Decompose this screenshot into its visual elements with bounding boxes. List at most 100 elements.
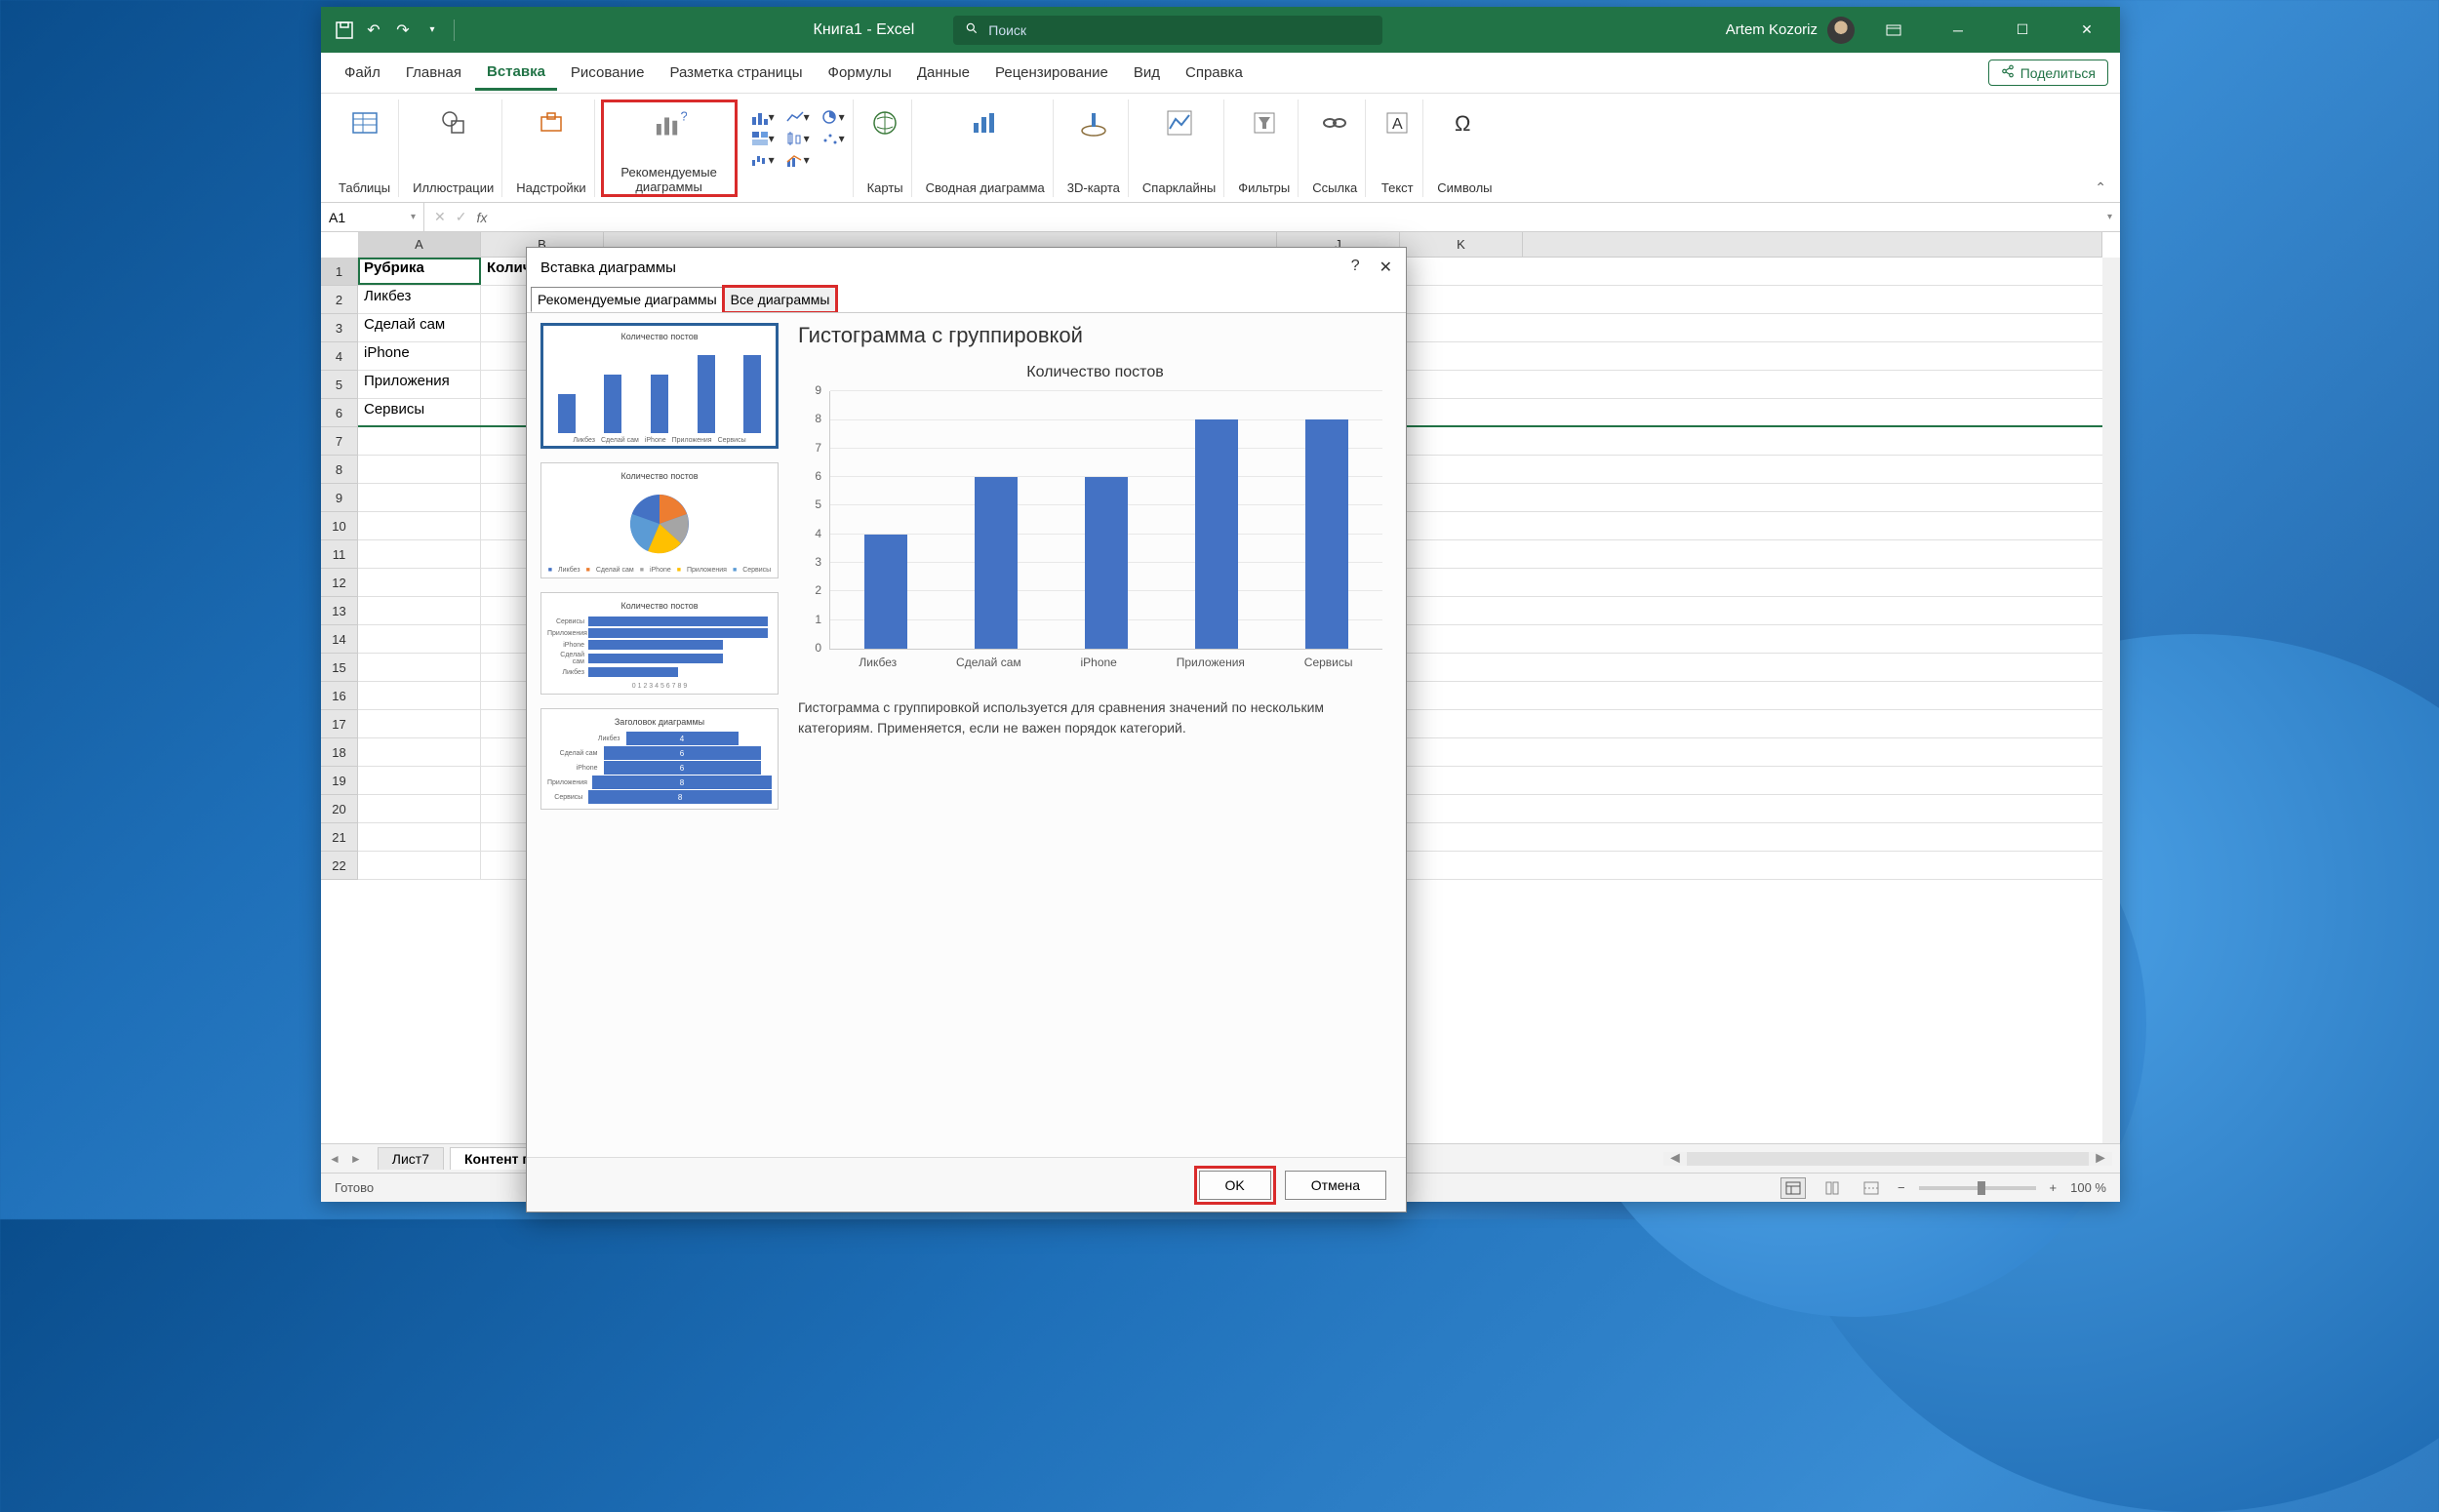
share-button[interactable]: Поделиться [1988,60,2108,86]
row-header[interactable]: 12 [321,569,357,597]
view-pagebreak-icon[interactable] [1859,1177,1884,1199]
redo-icon[interactable]: ↷ [391,19,415,42]
maximize-button[interactable]: ☐ [1997,7,2048,53]
ribbon-pivotchart[interactable]: Сводная диаграмма [918,99,1054,197]
view-normal-icon[interactable] [1780,1177,1806,1199]
ok-button[interactable]: OK [1199,1171,1271,1200]
cell[interactable]: Сделай сам [358,314,481,341]
scatter-chart-icon[interactable]: ▾ [821,129,845,148]
row-header[interactable]: 20 [321,795,357,823]
collapse-ribbon-icon[interactable]: ⌃ [2095,179,2106,196]
row-header[interactable]: 16 [321,682,357,710]
cell[interactable] [358,540,481,568]
minimize-button[interactable]: ─ [1933,7,1983,53]
cell[interactable]: Рубрика [358,258,481,285]
zoom-out-button[interactable]: − [1898,1180,1905,1195]
tab-home[interactable]: Главная [394,57,473,89]
row-header[interactable]: 22 [321,852,357,880]
row-header[interactable]: 15 [321,654,357,682]
zoom-slider[interactable] [1919,1186,2036,1190]
cell[interactable] [358,710,481,737]
tab-draw[interactable]: Рисование [559,57,657,89]
tab-insert[interactable]: Вставка [475,56,557,91]
fx-icon[interactable]: fx [476,210,487,225]
column-header[interactable]: A [358,232,481,257]
row-header[interactable]: 17 [321,710,357,738]
ribbon-link[interactable]: Ссылка [1304,99,1366,197]
dialog-help-button[interactable]: ? [1351,258,1360,277]
ribbon-symbols[interactable]: Ω Символы [1429,99,1499,197]
ribbon-recommended-charts[interactable]: ? Рекомендуемые диаграммы [601,99,738,197]
chart-thumbnail-bar[interactable]: Количество постов Сервисы Приложения iPh… [540,592,779,695]
statistic-chart-icon[interactable]: ▾ [786,129,810,148]
cell[interactable] [358,654,481,681]
cell[interactable] [358,852,481,879]
qat-customize-icon[interactable]: ▾ [420,19,444,42]
undo-icon[interactable]: ↶ [362,19,385,42]
row-header[interactable]: 8 [321,456,357,484]
fx-cancel-icon[interactable]: ✕ [434,209,446,225]
formula-expand-icon[interactable]: ▾ [2099,212,2120,222]
cell[interactable] [358,795,481,822]
cell[interactable] [358,767,481,794]
cell[interactable]: iPhone [358,342,481,370]
hierarchy-chart-icon[interactable]: ▾ [751,129,775,148]
ribbon-display-icon[interactable] [1868,7,1919,53]
ribbon-maps[interactable]: Карты [860,99,912,197]
dialog-close-button[interactable]: ✕ [1379,258,1392,277]
row-header[interactable]: 10 [321,512,357,540]
cell[interactable] [358,512,481,539]
row-header[interactable]: 2 [321,286,357,314]
horizontal-scrollbar[interactable]: ◄ ► [1663,1152,2112,1166]
sheet-nav-next-icon[interactable]: ► [350,1152,362,1166]
view-pagelayout-icon[interactable] [1819,1177,1845,1199]
ribbon-chart-types[interactable]: ▾ ▾ ▾ ▾ ▾ ▾ ▾ ▾ [743,99,854,197]
tab-formulas[interactable]: Формулы [817,57,903,89]
cell[interactable] [358,682,481,709]
row-header[interactable]: 11 [321,540,357,569]
ribbon-addins[interactable]: Надстройки [508,99,594,197]
ribbon-text[interactable]: A Текст [1372,99,1423,197]
tab-pagelayout[interactable]: Разметка страницы [658,57,814,89]
cell[interactable] [358,597,481,624]
cell[interactable]: Приложения [358,371,481,398]
row-header[interactable]: 3 [321,314,357,342]
cell[interactable] [358,738,481,766]
pie-chart-icon[interactable]: ▾ [821,107,845,127]
dialog-tab-all[interactable]: Все диаграммы [724,287,837,312]
ribbon-sparklines[interactable]: Спарклайны [1135,99,1224,197]
tab-file[interactable]: Файл [333,57,392,89]
ribbon-tables[interactable]: Таблицы [331,99,399,197]
waterfall-chart-icon[interactable]: ▾ [751,150,775,170]
row-header[interactable]: 5 [321,371,357,399]
row-header[interactable]: 9 [321,484,357,512]
row-header[interactable]: 1 [321,258,357,286]
tab-data[interactable]: Данные [905,57,981,89]
cell[interactable]: Сервисы [358,399,481,425]
chart-thumbnail-pie[interactable]: Количество постов ■Ликбез ■Сделай сам ■i… [540,462,779,578]
row-header[interactable]: 19 [321,767,357,795]
ribbon-filters[interactable]: Фильтры [1230,99,1299,197]
tab-view[interactable]: Вид [1122,57,1172,89]
name-box[interactable]: A1 ▾ [321,203,424,231]
column-header[interactable]: K [1400,232,1523,257]
column-chart-icon[interactable]: ▾ [751,107,775,127]
column-header[interactable] [1523,232,2102,257]
cell[interactable] [358,484,481,511]
vertical-scrollbar[interactable] [2102,258,2120,1143]
sheet-nav-prev-icon[interactable]: ◄ [329,1152,340,1166]
row-header[interactable]: 21 [321,823,357,852]
row-header[interactable]: 14 [321,625,357,654]
row-header[interactable]: 6 [321,399,357,427]
line-chart-icon[interactable]: ▾ [786,107,810,127]
user-account[interactable]: Artem Kozoriz [1726,17,1855,44]
combo-chart-icon[interactable]: ▾ [786,150,810,170]
search-input[interactable]: Поиск [953,16,1382,45]
tab-review[interactable]: Рецензирование [983,57,1120,89]
close-button[interactable]: ✕ [2061,7,2112,53]
sheet-tab[interactable]: Лист7 [378,1147,444,1170]
row-header[interactable]: 13 [321,597,357,625]
row-header[interactable]: 18 [321,738,357,767]
cell[interactable] [358,625,481,653]
chart-thumbnail-funnel[interactable]: Заголовок диаграммы Ликбез4 Сделай сам6 … [540,708,779,810]
